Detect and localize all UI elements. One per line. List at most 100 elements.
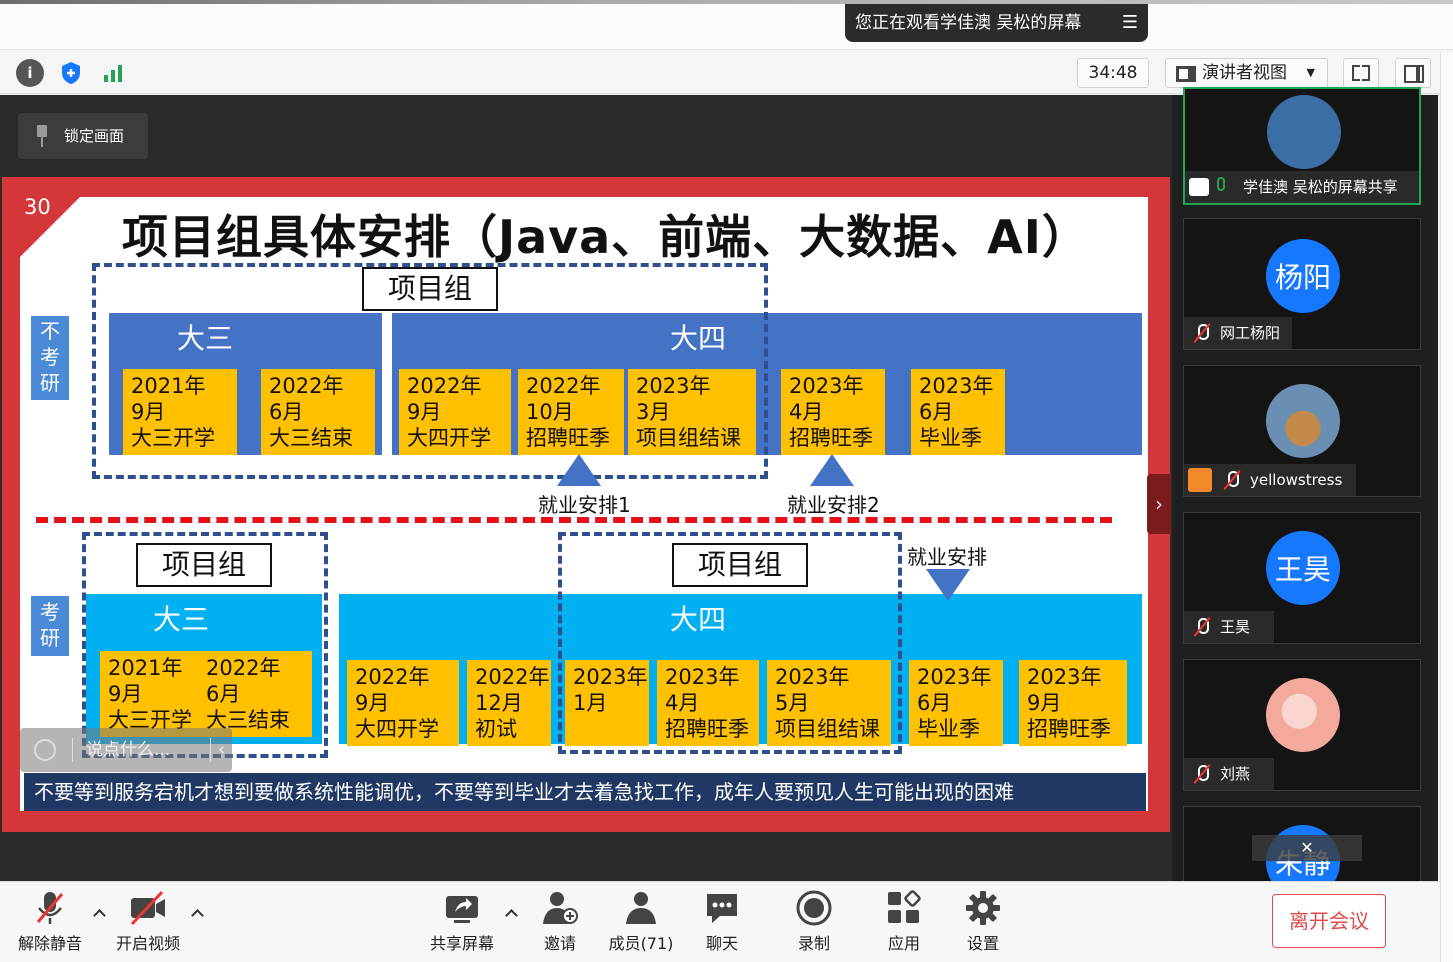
shared-screen: 锁定画面 30 项目组具体安排（Java、前端、大数据、AI） 不 考 研 大三… [0, 95, 1172, 881]
participant-panel: 学佳澳 吴松的屏幕共享 杨阳 网工杨阳 yellowstress 王昊 王昊 刘… [1172, 87, 1438, 886]
scrollbar[interactable] [1440, 52, 1453, 962]
top-edge [0, 0, 1453, 4]
project-group-label: 项目组 [362, 267, 498, 311]
top-notice-strip: 您正在观看学佳澳 吴松的屏幕 ☰ [0, 0, 1453, 50]
share-label: 共享屏幕 [429, 934, 494, 953]
participant-name: 刘燕 [1220, 765, 1251, 783]
annotation-job-2: 就业安排2 [787, 493, 880, 517]
participant-tile[interactable]: 杨阳 网工杨阳 [1183, 218, 1421, 350]
participant-tile[interactable]: 学佳澳 吴松的屏幕共享 [1183, 87, 1421, 205]
menu-icon[interactable]: ☰ [1122, 4, 1138, 42]
name-bar: 刘燕 [1184, 758, 1274, 790]
invite-button[interactable]: 邀请 [530, 888, 590, 954]
side-label-exam: 考 研 [31, 596, 69, 656]
timeline-box: 2023年 4月 招聘旺季 [781, 369, 885, 455]
avatar [1267, 95, 1341, 169]
close-icon[interactable]: ✕ [1252, 835, 1362, 861]
camera-off-icon [128, 888, 168, 928]
participant-tile[interactable]: 朱静 ✕ [1183, 806, 1421, 886]
avatar [1266, 678, 1340, 752]
annotation-job: 就业安排 [907, 545, 987, 569]
chat-placeholder: 说点什么... [86, 740, 171, 760]
mic-muted-icon [1192, 323, 1212, 343]
screen-share-icon [1189, 178, 1209, 196]
chat-button[interactable]: 聊天 [692, 888, 752, 954]
participant-name: 学佳澳 吴松的屏幕共享 [1243, 178, 1398, 196]
participant-tile[interactable]: 刘燕 [1183, 659, 1421, 791]
side-label-no-exam: 不 考 研 [31, 316, 69, 400]
share-screen-icon [442, 888, 482, 928]
name-bar: 学佳澳 吴松的屏幕共享 [1185, 171, 1419, 203]
project-group-label-left: 项目组 [136, 543, 272, 587]
settings-button[interactable]: 设置 [953, 888, 1013, 954]
watching-text: 您正在观看学佳澳 吴松的屏幕 [855, 13, 1082, 33]
chevron-up-icon[interactable] [92, 906, 106, 920]
arrow-up-marker [557, 454, 601, 486]
chevron-down-icon: ▼ [1306, 66, 1315, 79]
settings-label: 设置 [966, 934, 999, 953]
pin-icon [36, 125, 48, 147]
timeline-box: 2023年 6月 毕业季 [911, 369, 1005, 455]
chevron-up-icon[interactable] [504, 906, 518, 920]
network-signal-icon[interactable] [99, 59, 127, 87]
participant-name: yellowstress [1250, 471, 1343, 489]
chat-icon [702, 888, 742, 928]
meeting-timer: 34:48 [1077, 58, 1149, 88]
slide-number: 30 [24, 195, 51, 219]
timeline-box: 2022年 9月 大四开学 [347, 660, 459, 746]
participant-name: 网工杨阳 [1220, 324, 1281, 342]
info-icon[interactable]: i [16, 59, 44, 87]
avatar [1266, 384, 1340, 458]
timeline-box: 2022年 12月 初试 [467, 660, 551, 746]
apps-button[interactable]: 应用 [874, 888, 934, 954]
sidebar-icon [1404, 65, 1424, 83]
name-bar: 王昊 [1184, 611, 1274, 643]
avatar: 杨阳 [1266, 239, 1340, 313]
members-button[interactable]: 成员(71) [603, 888, 679, 954]
video-label: 开启视频 [115, 934, 180, 953]
record-button[interactable]: 录制 [784, 888, 844, 954]
watching-banner[interactable]: 您正在观看学佳澳 吴松的屏幕 ☰ [845, 4, 1148, 42]
meeting-window: 您正在观看学佳澳 吴松的屏幕 ☰ i 34:48 演讲者视图 ▼ 锁定画面 30… [0, 0, 1453, 962]
unmute-button[interactable]: 解除静音 [14, 888, 86, 954]
members-icon [621, 888, 661, 928]
participant-tile[interactable]: yellowstress [1183, 365, 1421, 497]
speaker-view-button[interactable]: 演讲者视图 ▼ [1165, 58, 1328, 88]
chevron-up-icon[interactable] [190, 906, 204, 920]
slide-title: 项目组具体安排（Java、前端、大数据、AI） [122, 210, 1089, 264]
mic-muted-icon [1222, 470, 1242, 490]
record-icon [794, 888, 834, 928]
participant-tile[interactable]: 王昊 王昊 [1183, 512, 1421, 644]
user-icon [1188, 468, 1212, 492]
arrow-down-marker [926, 569, 970, 601]
invite-label: 邀请 [543, 934, 576, 953]
name-bar: 网工杨阳 [1184, 317, 1292, 349]
share-screen-button[interactable]: 共享屏幕 [426, 888, 498, 954]
fullscreen-button[interactable] [1343, 58, 1379, 88]
mic-muted-icon [1192, 764, 1212, 784]
unmute-label: 解除静音 [17, 934, 82, 953]
avatar: 王昊 [1266, 531, 1340, 605]
project-group-label-right: 项目组 [672, 543, 808, 587]
mic-muted-icon [1192, 617, 1212, 637]
start-video-button[interactable]: 开启视频 [112, 888, 184, 954]
sidebar-toggle-button[interactable] [1395, 58, 1431, 88]
collapse-panel-button[interactable]: › [1147, 474, 1171, 534]
participant-name: 王昊 [1220, 618, 1251, 636]
lock-screen-button[interactable]: 锁定画面 [18, 113, 148, 159]
arrow-up-marker [810, 454, 854, 486]
timeline-box: 2023年 6月 毕业季 [909, 660, 1003, 746]
members-label: 成员(71) [608, 934, 674, 953]
gear-icon [963, 888, 1003, 928]
security-shield-icon[interactable] [57, 59, 85, 87]
apps-label: 应用 [887, 934, 920, 953]
quick-chat-input[interactable]: 说点什么... ‹ [20, 728, 232, 772]
leave-meeting-button[interactable]: 离开会议 [1272, 894, 1386, 948]
section-divider [36, 517, 1112, 523]
meeting-controls: 解除静音 开启视频 共享屏幕 邀请 成员(71) 聊天 录制 应用 设置 离开会… [0, 881, 1440, 962]
name-bar: yellowstress [1184, 464, 1356, 496]
fullscreen-icon [1352, 65, 1360, 73]
lock-label: 锁定画面 [64, 127, 125, 145]
emoji-icon[interactable] [34, 739, 56, 761]
chevron-left-icon[interactable]: ‹ [218, 728, 225, 772]
